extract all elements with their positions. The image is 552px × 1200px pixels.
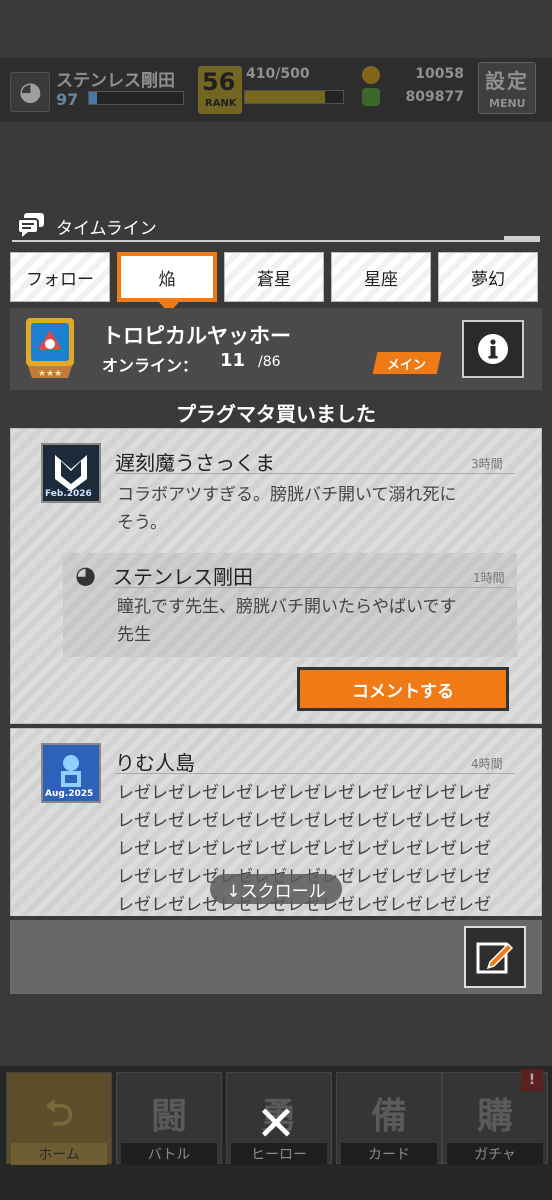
battle-icon: 闘: [150, 1096, 187, 1137]
tab-follow[interactable]: フォロー: [10, 252, 110, 302]
player-name: ステンレス剛田: [56, 71, 175, 91]
avatar-date-caption: Aug.2025: [45, 789, 94, 799]
header-divider-accent: [504, 236, 540, 242]
status-bar: ◕ ステンレス剛田 97 56 RANK 410/500 10058 80987…: [0, 58, 552, 122]
post-body: コラボアツすぎる。膀胱バチ開いて溺れ死に そう。: [117, 481, 517, 537]
info-icon: [478, 334, 508, 364]
post-author-name[interactable]: りむ人島: [115, 747, 195, 776]
nav-battle[interactable]: 闘 バトル: [116, 1072, 222, 1165]
rank-number: 56: [202, 68, 236, 96]
timeline-title: タイムライン: [56, 219, 157, 239]
nav-card[interactable]: 備 カード: [336, 1072, 442, 1165]
stamina-value: 410/500: [246, 66, 310, 82]
comment-button[interactable]: コメントする: [297, 667, 509, 711]
online-label: オンライン：: [102, 356, 199, 375]
scroll-hint[interactable]: ↓スクロール: [210, 874, 342, 904]
nav-card-label: カード: [341, 1143, 437, 1165]
group-status-message: プラグマタ買いました: [176, 402, 376, 426]
post-author-avatar[interactable]: Feb.2026: [41, 443, 101, 503]
post-author-avatar[interactable]: Aug.2025: [41, 743, 101, 803]
svg-text:★★★: ★★★: [38, 369, 62, 379]
header-divider: [12, 240, 540, 242]
tab-dream[interactable]: 夢幻: [438, 252, 538, 302]
alert-icon: !: [521, 1069, 543, 1091]
player-avatar[interactable]: ◕: [10, 72, 50, 112]
gem-count: 809877: [405, 89, 464, 105]
reply-body: 瞳孔です先生、膀胱バチ開いたらやばいです 先生: [117, 593, 507, 649]
close-button[interactable]: ✕: [252, 1100, 300, 1148]
robot-icon: ◕: [75, 561, 96, 589]
reply-author-underline: [113, 587, 511, 588]
home-icon: ⮌: [44, 1093, 74, 1134]
gem-icon: [362, 88, 380, 106]
edit-icon: [476, 942, 514, 974]
post-timestamp: 3時間: [471, 457, 503, 471]
reply-body-line: 瞳孔です先生、膀胱バチ開いたらやばいです: [117, 597, 457, 617]
chat-icon: [17, 213, 44, 237]
main-group-badge-label: メイン: [387, 357, 427, 373]
reply-timestamp: 1時間: [473, 571, 505, 585]
tab-flame[interactable]: 焔: [117, 252, 217, 302]
author-underline: [115, 773, 515, 774]
nav-battle-label: バトル: [121, 1143, 217, 1165]
group-info-button[interactable]: [462, 320, 524, 378]
author-underline: [115, 473, 515, 474]
post-body-line: そう。: [117, 513, 167, 533]
post-body-line: レゼレゼレゼレゼレゼレゼレゼレゼレゼレゼレゼ: [117, 783, 491, 803]
post-author-name[interactable]: 遅刻魔うさっくま: [115, 447, 275, 476]
reply-comment: ◕ ステンレス剛田 1時間 瞳孔です先生、膀胱バチ開いたらやばいです 先生: [63, 553, 517, 657]
stamina-fill: [245, 91, 326, 103]
online-count: 11: [220, 350, 246, 371]
timeline-post: Feb.2026 遅刻魔うさっくま 3時間 コラボアツすぎる。膀胱バチ開いて溺れ…: [10, 428, 542, 724]
compose-post-button[interactable]: [464, 926, 526, 988]
level-progress-fill: [89, 92, 97, 104]
settings-menu-button[interactable]: 設定 MENU: [478, 62, 536, 114]
menu-label: MENU: [489, 97, 526, 110]
post-timestamp: 4時間: [471, 757, 503, 771]
compose-bar: [10, 920, 542, 994]
tab-blue-star[interactable]: 蒼星: [224, 252, 324, 302]
timeline-tabs: フォロー 焔 蒼星 星座 夢幻: [10, 252, 542, 313]
reply-author-name[interactable]: ステンレス剛田: [113, 561, 253, 590]
group-name: トロピカルヤッホー: [102, 324, 291, 348]
post-body-line: コラボアツすぎる。膀胱バチ開いて溺れ死に: [117, 485, 457, 505]
level-progress-bar: [88, 91, 184, 105]
nav-gacha-label: ガチャ: [447, 1143, 543, 1165]
settings-label: 設定: [485, 69, 529, 93]
post-body-line: レゼレゼレゼレゼレゼレゼレゼレゼレゼレゼレゼ: [117, 839, 491, 859]
avatar-date-caption: Feb.2026: [45, 489, 92, 499]
post-body-line: レゼレゼレゼレゼレゼレゼレゼレゼレゼレゼレゼ: [117, 811, 491, 831]
coin-count: 10058: [415, 66, 464, 82]
nav-home[interactable]: ⮌ ホーム: [6, 1072, 112, 1165]
timeline-feed[interactable]: Feb.2026 遅刻魔うさっくま 3時間 コラボアツすぎる。膀胱バチ開いて溺れ…: [10, 428, 542, 916]
rank-badge: 56 RANK: [198, 66, 242, 114]
rank-label: RANK: [205, 98, 237, 109]
reply-body-line: 先生: [117, 625, 151, 645]
stamina-bar: [244, 90, 344, 104]
tab-constellation[interactable]: 星座: [331, 252, 431, 302]
group-emblem-icon: ★★★: [26, 318, 74, 379]
nav-home-label: ホーム: [11, 1143, 107, 1165]
coin-icon: [362, 66, 380, 84]
nav-gacha[interactable]: 購 ガチャ !: [442, 1069, 548, 1165]
main-group-badge: メイン: [372, 352, 442, 374]
player-level: 97: [56, 90, 79, 109]
card-icon: 備: [370, 1096, 407, 1137]
member-total: /86: [258, 354, 281, 370]
robot-icon: ◕: [19, 77, 42, 107]
group-info-bar: ★★★ トロピカルヤッホー オンライン： 11 /86 メイン: [10, 308, 542, 390]
gacha-icon: 購: [476, 1096, 513, 1137]
